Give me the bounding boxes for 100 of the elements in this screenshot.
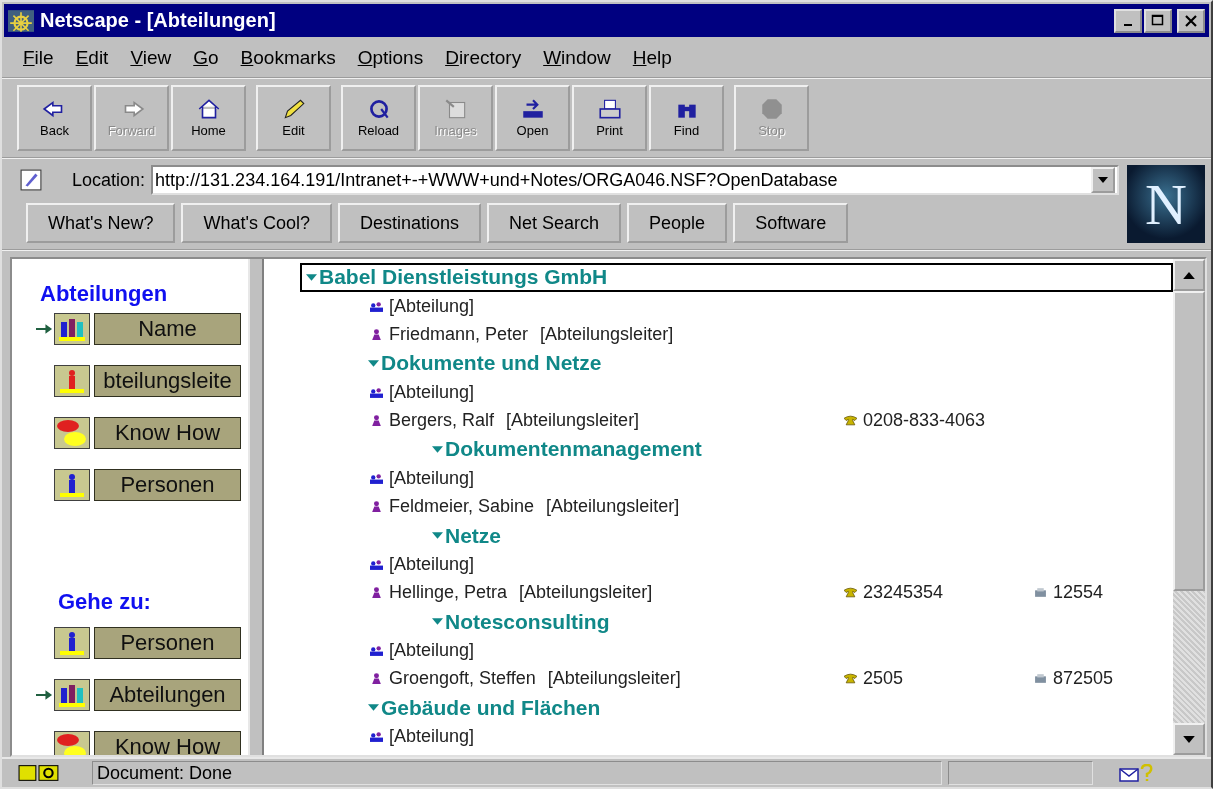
expanded-triangle-icon[interactable]	[432, 616, 443, 628]
department-link[interactable]: [Abteilung]	[389, 639, 475, 661]
person-icon	[370, 329, 383, 341]
telephone-icon	[844, 673, 857, 685]
ship-wheel-icon	[8, 9, 34, 32]
menu-item[interactable]: Window	[532, 47, 622, 69]
menu-item[interactable]: Edit	[64, 47, 120, 69]
telephone-icon	[844, 587, 857, 599]
person-icon	[55, 366, 89, 396]
directory-button[interactable]: Net Search	[487, 203, 622, 243]
fax-number: 872505	[1053, 668, 1114, 690]
down-triangle-icon	[1183, 735, 1195, 743]
section-heading: Gehe zu:	[58, 589, 152, 615]
toolbar-button[interactable]: Back	[17, 85, 92, 151]
menu-item[interactable]: Go	[182, 47, 230, 69]
maximize-button[interactable]	[1144, 8, 1172, 33]
nav-button[interactable]: Name	[94, 313, 241, 345]
category-heading[interactable]: Gebäude und Flächen	[381, 695, 601, 720]
role-label: [Abteilungsleiter]	[546, 496, 680, 518]
close-icon	[1184, 13, 1198, 28]
nav-button[interactable]: Know How	[94, 731, 241, 755]
person-name[interactable]: Hellinge, Petra	[389, 582, 508, 604]
toolbar-button[interactable]: Find	[649, 85, 724, 151]
group-icon	[370, 300, 383, 312]
group-icon	[370, 730, 383, 742]
close-button[interactable]	[1177, 8, 1205, 33]
toolbar-button[interactable]: Open	[495, 85, 570, 151]
directory-button[interactable]: What's New?	[26, 203, 176, 243]
group-icon	[370, 644, 383, 656]
person-icon	[55, 470, 89, 500]
toolbar-button[interactable]: Print	[572, 85, 647, 151]
person-icon	[370, 415, 383, 427]
nav-button[interactable]: Personen	[94, 627, 241, 659]
menu-item[interactable]: Options	[346, 47, 435, 69]
phone-number: 23245354	[863, 582, 944, 604]
vertical-scrollbar[interactable]	[1173, 259, 1205, 755]
category-heading[interactable]: Dokumente und Netze	[381, 351, 602, 376]
minimize-button[interactable]	[1114, 8, 1142, 33]
fax-icon	[1034, 673, 1047, 685]
people-icon	[55, 680, 89, 710]
department-link[interactable]: [Abteilung]	[389, 553, 475, 575]
role-label: [Abteilungsleiter]	[519, 582, 653, 604]
department-link[interactable]: [Abteilung]	[389, 381, 475, 403]
telephone-icon	[844, 415, 857, 427]
category-heading[interactable]: Notesconsulting	[445, 609, 610, 634]
security-icon	[18, 763, 60, 783]
expanded-triangle-icon[interactable]	[432, 530, 443, 542]
toolbar-button[interactable]: Edit	[256, 85, 331, 151]
menu-item[interactable]: Bookmarks	[229, 47, 347, 69]
scroll-down-button[interactable]	[1173, 723, 1205, 755]
group-icon	[370, 472, 383, 484]
toolbar-button[interactable]: Home	[171, 85, 246, 151]
department-link[interactable]: [Abteilung]	[389, 725, 475, 747]
expanded-triangle-icon[interactable]	[368, 702, 379, 714]
people-icon	[55, 314, 89, 344]
group-icon	[370, 386, 383, 398]
person-name[interactable]: Feldmeier, Sabine	[389, 496, 535, 518]
person-icon	[370, 587, 383, 599]
person-icon	[370, 501, 383, 513]
printer-icon	[596, 98, 623, 120]
role-label: [Abteilungsleiter]	[547, 668, 681, 690]
fax-number: 12554	[1053, 582, 1104, 604]
fax-icon	[1034, 587, 1047, 599]
location-field[interactable]: http://131.234.164.191/Intranet+-+WWW+und+Notes/ORGA046.NSF?OpenDatabase	[151, 165, 1119, 195]
directory-button[interactable]: Software	[733, 203, 849, 243]
role-label: [Abteilungsleiter]	[506, 410, 640, 432]
menu-item[interactable]: Directory	[434, 47, 533, 69]
directory-button[interactable]: People	[627, 203, 728, 243]
directory-button[interactable]: What's Cool?	[181, 203, 332, 243]
speech-bubbles-icon	[55, 732, 89, 755]
nav-button[interactable]: Know How	[94, 417, 241, 449]
maximize-icon	[1151, 13, 1165, 28]
expanded-triangle-icon[interactable]	[368, 357, 379, 369]
person-name[interactable]: Bergers, Ralf	[389, 410, 495, 432]
nav-button[interactable]: Abteilungen	[94, 679, 241, 711]
menu-item[interactable]: File	[12, 47, 65, 69]
speech-bubbles-icon	[55, 418, 89, 448]
department-link[interactable]: [Abteilung]	[389, 467, 475, 489]
scroll-thumb[interactable]	[1173, 291, 1205, 591]
up-triangle-icon	[1183, 271, 1195, 279]
nav-button[interactable]: bteilungsleite	[94, 365, 241, 397]
toolbar-button[interactable]: Reload	[341, 85, 416, 151]
scroll-up-button[interactable]	[1173, 259, 1205, 291]
bookmark-icon	[20, 169, 42, 191]
expanded-triangle-icon[interactable]	[432, 443, 443, 455]
person-icon	[370, 673, 383, 685]
menu-item[interactable]: View	[119, 47, 183, 69]
directory-button[interactable]: Destinations	[337, 203, 481, 243]
category-heading[interactable]: Dokumentenmanagement	[445, 437, 702, 462]
category-heading[interactable]: Netze	[445, 523, 502, 548]
menu-item[interactable]: Help	[621, 47, 683, 69]
expanded-triangle-icon[interactable]	[306, 271, 317, 283]
department-link[interactable]: [Abteilung]	[389, 295, 475, 317]
person-icon	[55, 628, 89, 658]
person-name[interactable]: Groengoft, Steffen	[389, 668, 536, 690]
status-text: Document: Done	[92, 761, 942, 785]
mail-icon[interactable]	[1119, 764, 1153, 782]
nav-button[interactable]: Personen	[94, 469, 241, 501]
person-name[interactable]: Friedmann, Peter	[389, 324, 529, 346]
section-heading: Abteilungen	[40, 281, 169, 307]
